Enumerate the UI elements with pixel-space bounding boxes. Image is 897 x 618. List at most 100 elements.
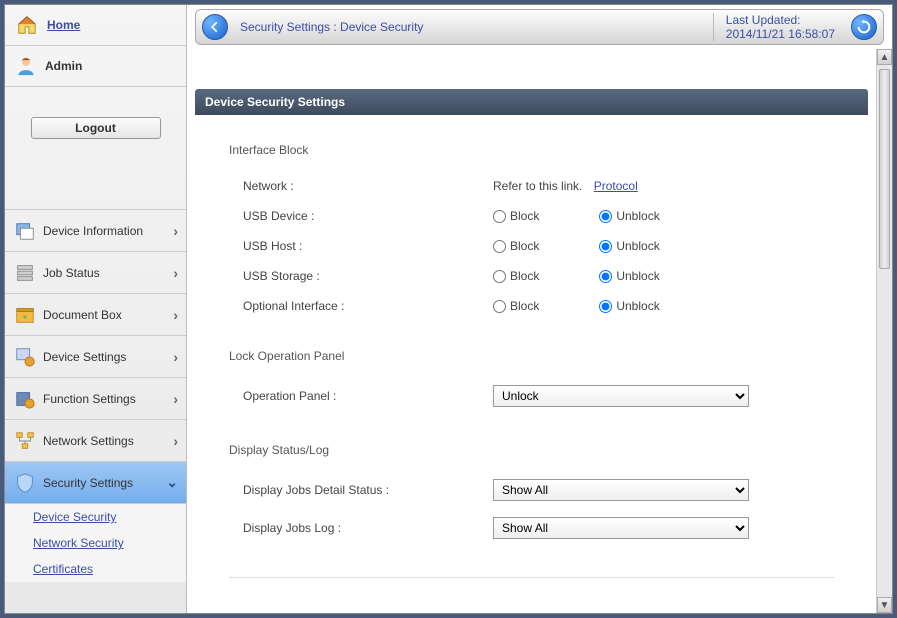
- radio-input[interactable]: [493, 270, 506, 283]
- radio-input[interactable]: [599, 240, 612, 253]
- scrollbar-thumb[interactable]: [879, 69, 890, 269]
- subnav-certificates[interactable]: Certificates: [5, 556, 186, 582]
- nav-document-box[interactable]: Document Box ›: [5, 294, 186, 336]
- block-label: Block: [510, 269, 539, 283]
- usb-storage-radios: Block Unblock: [493, 269, 660, 283]
- chevron-right-icon: ›: [173, 307, 178, 323]
- nav-label: Function Settings: [43, 392, 167, 406]
- jobs-detail-select[interactable]: Show All: [493, 479, 749, 501]
- refresh-button[interactable]: [851, 14, 877, 40]
- nav-label: Network Settings: [43, 434, 167, 448]
- row-usb-storage: USB Storage : Block Unblock: [229, 261, 834, 291]
- usb-host-radios: Block Unblock: [493, 239, 660, 253]
- row-usb-device: USB Device : Block Unblock: [229, 201, 834, 231]
- settings-panel: Device Security Settings Interface Block…: [195, 89, 868, 604]
- jobs-log-label: Display Jobs Log :: [243, 521, 493, 535]
- radio-input[interactable]: [599, 270, 612, 283]
- network-value: Refer to this link. Protocol: [493, 179, 638, 193]
- unblock-label: Unblock: [616, 209, 659, 223]
- divider: [229, 577, 834, 578]
- nav-section: Device Information › Job Status › Docume…: [5, 210, 186, 582]
- optional-interface-radios: Block Unblock: [493, 299, 660, 313]
- radio-input[interactable]: [493, 210, 506, 223]
- usb-host-unblock[interactable]: Unblock: [599, 239, 659, 253]
- row-network: Network : Refer to this link. Protocol: [229, 171, 834, 201]
- home-link[interactable]: Home: [47, 18, 80, 32]
- row-optional-interface: Optional Interface : Block Unblock: [229, 291, 834, 321]
- nav-label: Document Box: [43, 308, 167, 322]
- usb-device-unblock[interactable]: Unblock: [599, 209, 659, 223]
- panel-title: Device Security Settings: [195, 89, 868, 115]
- jobs-log-select[interactable]: Show All: [493, 517, 749, 539]
- sidebar-home[interactable]: Home: [5, 5, 186, 46]
- unblock-label: Unblock: [616, 299, 659, 313]
- nav-label: Security Settings: [43, 476, 160, 490]
- optional-interface-block[interactable]: Block: [493, 299, 539, 313]
- chevron-right-icon: ›: [173, 265, 178, 281]
- network-settings-icon: [13, 429, 37, 453]
- panel-body: Interface Block Network : Refer to this …: [195, 115, 868, 604]
- usb-storage-label: USB Storage :: [243, 269, 493, 283]
- chevron-right-icon: ›: [173, 223, 178, 239]
- usb-storage-unblock[interactable]: Unblock: [599, 269, 659, 283]
- nav-device-information[interactable]: Device Information ›: [5, 210, 186, 252]
- row-usb-host: USB Host : Block Unblock: [229, 231, 834, 261]
- nav-label: Job Status: [43, 266, 167, 280]
- nav-label: Device Settings: [43, 350, 167, 364]
- security-subnav: Device Security Network Security Certifi…: [5, 504, 186, 582]
- protocol-link[interactable]: Protocol: [594, 179, 638, 193]
- nav-job-status[interactable]: Job Status ›: [5, 252, 186, 294]
- nav-device-settings[interactable]: Device Settings ›: [5, 336, 186, 378]
- shield-icon: [13, 471, 37, 495]
- back-button[interactable]: [202, 14, 228, 40]
- usb-device-label: USB Device :: [243, 209, 493, 223]
- scroll-up-button[interactable]: ▲: [877, 49, 892, 65]
- section-display-status: Display Status/Log: [229, 443, 834, 457]
- last-updated: Last Updated: 2014/11/21 16:58:07: [726, 13, 835, 41]
- sidebar: Home Admin Logout Device Information ›: [5, 5, 187, 613]
- radio-input[interactable]: [599, 210, 612, 223]
- optional-interface-unblock[interactable]: Unblock: [599, 299, 659, 313]
- usb-device-block[interactable]: Block: [493, 209, 539, 223]
- block-label: Block: [510, 239, 539, 253]
- scroll-down-button[interactable]: ▼: [877, 597, 892, 613]
- user-icon: [15, 54, 37, 78]
- function-settings-icon: [13, 387, 37, 411]
- subnav-network-security[interactable]: Network Security: [5, 530, 186, 556]
- optional-interface-label: Optional Interface :: [243, 299, 493, 313]
- radio-input[interactable]: [493, 300, 506, 313]
- subnav-device-security[interactable]: Device Security: [5, 504, 186, 530]
- nav-function-settings[interactable]: Function Settings ›: [5, 378, 186, 420]
- vertical-scrollbar[interactable]: ▲ ▼: [876, 49, 892, 613]
- row-jobs-detail: Display Jobs Detail Status : Show All: [229, 471, 834, 509]
- app-window: Home Admin Logout Device Information ›: [4, 4, 893, 614]
- row-jobs-log: Display Jobs Log : Show All: [229, 509, 834, 547]
- jobs-detail-label: Display Jobs Detail Status :: [243, 483, 493, 497]
- block-label: Block: [510, 299, 539, 313]
- home-icon: [15, 13, 39, 37]
- device-info-icon: [13, 219, 37, 243]
- main-area: Security Settings : Device Security Last…: [187, 5, 892, 613]
- nav-network-settings[interactable]: Network Settings ›: [5, 420, 186, 462]
- content-wrap: Device Security Settings Interface Block…: [187, 49, 892, 613]
- admin-label: Admin: [45, 59, 82, 73]
- usb-host-label: USB Host :: [243, 239, 493, 253]
- operation-panel-select[interactable]: Unlock: [493, 385, 749, 407]
- logout-button[interactable]: Logout: [31, 117, 161, 139]
- nav-security-settings[interactable]: Security Settings ⌄: [5, 462, 186, 504]
- unblock-label: Unblock: [616, 269, 659, 283]
- usb-storage-block[interactable]: Block: [493, 269, 539, 283]
- section-interface-block: Interface Block: [229, 143, 834, 157]
- refer-text: Refer to this link.: [493, 179, 582, 193]
- usb-device-radios: Block Unblock: [493, 209, 660, 223]
- network-label: Network :: [243, 179, 493, 193]
- radio-input[interactable]: [493, 240, 506, 253]
- section-lock-panel: Lock Operation Panel: [229, 349, 834, 363]
- operation-panel-label: Operation Panel :: [243, 389, 493, 403]
- document-box-icon: [13, 303, 37, 327]
- chevron-down-icon: ⌄: [166, 474, 178, 491]
- unblock-label: Unblock: [616, 239, 659, 253]
- usb-host-block[interactable]: Block: [493, 239, 539, 253]
- chevron-right-icon: ›: [173, 391, 178, 407]
- radio-input[interactable]: [599, 300, 612, 313]
